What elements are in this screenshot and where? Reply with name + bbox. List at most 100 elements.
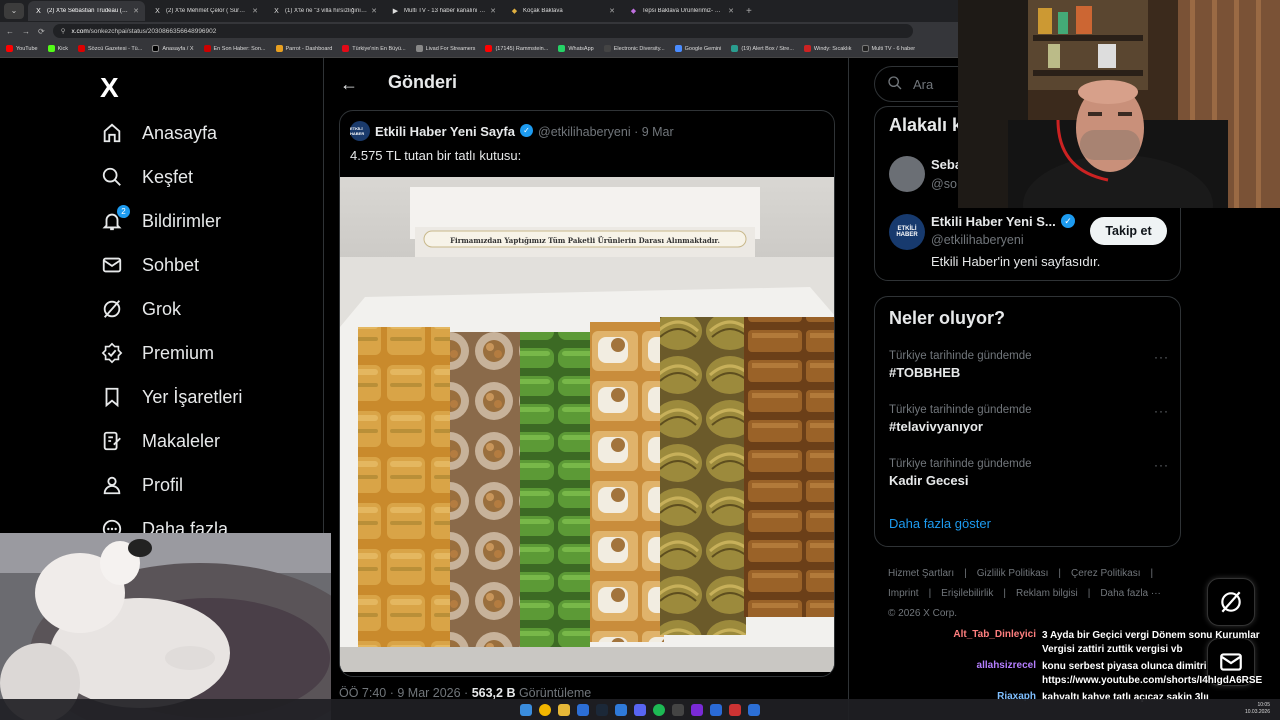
chrome-icon[interactable] bbox=[539, 703, 551, 716]
app-icon[interactable] bbox=[615, 703, 627, 716]
app-icon[interactable] bbox=[748, 703, 760, 716]
bookmark-label: Electronic Diversity... bbox=[613, 45, 665, 52]
obs-icon[interactable] bbox=[672, 703, 684, 716]
nav-item-bookmarks[interactable]: Yer İşaretleri bbox=[100, 385, 242, 409]
bookmark-item[interactable]: WhatsApp bbox=[558, 45, 594, 52]
system-clock[interactable]: 10:05 10.03.2026 bbox=[1245, 702, 1270, 716]
more-options-icon[interactable]: ··· bbox=[1154, 350, 1169, 364]
footer-link[interactable]: Imprint bbox=[888, 588, 919, 599]
bookmark-item[interactable]: Livad For Streamers bbox=[415, 45, 475, 52]
nav-label: Yer İşaretleri bbox=[142, 386, 243, 407]
folder-icon[interactable] bbox=[558, 703, 570, 716]
x-logo-icon[interactable]: X bbox=[100, 72, 119, 104]
nav-item-messages[interactable]: Sohbet bbox=[100, 253, 199, 277]
back-nav-icon[interactable]: ← bbox=[6, 27, 14, 36]
avatar[interactable] bbox=[889, 156, 925, 192]
music-icon bbox=[603, 45, 611, 52]
footer-link[interactable]: Gizlilik Politikası bbox=[977, 568, 1049, 579]
footer-link[interactable]: Daha fazla ··· bbox=[1100, 588, 1161, 599]
spotify-icon[interactable] bbox=[653, 703, 665, 716]
youtube-icon bbox=[485, 45, 493, 52]
nav-label: Premium bbox=[142, 342, 215, 363]
browser-tab[interactable]: X (1) X'te ne "3 villa hırsızlığını, S...… bbox=[266, 1, 383, 21]
app-icon[interactable] bbox=[691, 703, 703, 716]
footer-separator: | bbox=[964, 568, 967, 579]
bookmark-item[interactable]: Windy: Sıcaklık bbox=[803, 45, 852, 52]
search-icon bbox=[887, 75, 903, 94]
more-options-icon[interactable]: ··· bbox=[1154, 458, 1169, 472]
avatar[interactable]: ETKİLİ HABER bbox=[350, 121, 370, 141]
bookmark-item[interactable]: En Son Haber: Son... bbox=[203, 45, 266, 52]
bookmark-item[interactable]: Sözcü Gazetesi - Tü... bbox=[78, 45, 142, 52]
close-tab-icon[interactable]: ✕ bbox=[490, 7, 496, 15]
bookmark-item[interactable]: (19) Alert Box / Stre... bbox=[731, 45, 794, 52]
bookmark-item[interactable]: YouTube bbox=[6, 45, 38, 52]
trend-item[interactable]: Türkiye tarihinde gündemde Kadir Gecesi … bbox=[889, 458, 1169, 488]
more-options-icon[interactable]: ··· bbox=[1154, 404, 1169, 418]
close-tab-icon[interactable]: ✕ bbox=[133, 7, 139, 15]
bookmark-item[interactable]: Electronic Diversity... bbox=[603, 45, 665, 52]
browser-tab[interactable]: ◆ Koçak Baklava ✕ bbox=[504, 1, 621, 21]
trend-item[interactable]: Türkiye tarihinde gündemde #telavivyanıy… bbox=[889, 404, 1169, 434]
close-tab-icon[interactable]: ✕ bbox=[252, 7, 258, 15]
browser-tab[interactable]: ▶ Multi TV - 13 haber kanalını ay... ✕ bbox=[385, 1, 502, 21]
trends-title: Neler oluyor? bbox=[889, 308, 1006, 328]
nav-item-articles[interactable]: Makaleler bbox=[100, 429, 220, 453]
forward-nav-icon[interactable]: → bbox=[22, 27, 30, 36]
close-tab-icon[interactable]: ✕ bbox=[728, 7, 734, 15]
search-icon bbox=[100, 165, 124, 189]
footer-link[interactable]: Hizmet Şartları bbox=[888, 568, 954, 579]
browser-tab[interactable]: X (2) X'te Sebastian Trudeau (Yeni... ✕ bbox=[28, 1, 145, 21]
livad-icon bbox=[415, 45, 423, 52]
bookmark-label: WhatsApp bbox=[568, 45, 594, 52]
notification-badge: 2 bbox=[117, 205, 130, 218]
app-icon[interactable] bbox=[577, 703, 589, 716]
discord-icon[interactable] bbox=[634, 703, 646, 716]
quoted-post[interactable]: ETKİLİ HABER Etkili Haber Yeni Sayfa ✓ @… bbox=[339, 110, 835, 677]
nav-item-premium[interactable]: Premium bbox=[100, 341, 214, 365]
nav-item-grok[interactable]: Grok bbox=[100, 297, 181, 321]
show-more-link[interactable]: Daha fazla göster bbox=[889, 516, 991, 531]
bookmark-item[interactable]: (17145) Rammstein... bbox=[485, 45, 548, 52]
bookmark-item[interactable]: Google Gemini bbox=[674, 45, 722, 52]
author-name[interactable]: Etkili Haber Yeni Sayfa bbox=[375, 124, 515, 139]
nav-label: Bildirimler bbox=[142, 210, 222, 231]
bookmark-item[interactable]: Multi TV - 6 haber bbox=[861, 45, 915, 52]
footer-link[interactable]: Reklam bilgisi bbox=[1016, 588, 1078, 599]
new-tab-icon[interactable]: + bbox=[746, 6, 752, 17]
post-timestamp[interactable]: ÖÖ 7:40 · 9 Mar 2026 · bbox=[339, 686, 472, 700]
bookmark-item[interactable]: Anasayfa / X bbox=[152, 45, 194, 52]
nav-item-profile[interactable]: Profil bbox=[100, 473, 183, 497]
close-tab-icon[interactable]: ✕ bbox=[609, 7, 615, 15]
bookmark-item[interactable]: Parrot - Dashboard bbox=[275, 45, 332, 52]
windows-start-icon[interactable] bbox=[520, 703, 532, 716]
steam-icon[interactable] bbox=[596, 703, 608, 716]
related-user-name[interactable]: Etkili Haber Yeni S... bbox=[931, 214, 1056, 229]
bookmark-label: Kick bbox=[57, 45, 69, 52]
bookmark-item[interactable]: Türkiye'nin En Büyü... bbox=[342, 45, 406, 52]
back-arrow-icon[interactable]: ← bbox=[340, 74, 358, 95]
tab-search-button[interactable]: ⌄ bbox=[4, 3, 24, 19]
footer-link[interactable]: Çerez Politikası bbox=[1071, 568, 1140, 579]
avatar[interactable]: ETKİLİ HABER bbox=[889, 214, 925, 250]
bookmark-item[interactable]: Kick bbox=[47, 45, 69, 52]
nav-item-notifications[interactable]: 2 Bildirimler bbox=[100, 205, 222, 233]
bookmark-label: Google Gemini bbox=[684, 45, 722, 52]
close-tab-icon[interactable]: ✕ bbox=[371, 7, 377, 15]
address-bar[interactable]: ⚲ x.com/sonkezchpai/status/2030866356648… bbox=[52, 24, 913, 38]
follow-button[interactable]: Takip et bbox=[1090, 217, 1167, 245]
trend-item[interactable]: Türkiye tarihinde gündemde #TOBBHEB ··· bbox=[889, 350, 1169, 380]
reload-icon[interactable]: ⟳ bbox=[38, 27, 45, 36]
nav-item-explore[interactable]: Keşfet bbox=[100, 165, 193, 189]
windows-taskbar: 10:05 10.03.2026 bbox=[0, 699, 1280, 720]
tab-title: Koçak Baklava bbox=[523, 8, 563, 14]
post-image[interactable]: Firmamızdan Yaptığımız Tüm Paketli Ürünl… bbox=[340, 177, 835, 672]
nav-item-home[interactable]: Anasayfa bbox=[100, 121, 217, 145]
grok-fab-button[interactable] bbox=[1207, 578, 1255, 626]
footer-link[interactable]: Erişilebilirlik bbox=[941, 588, 993, 599]
browser-tab[interactable]: X (2) X'te Mehmet Çelor ( SürMe... ✕ bbox=[147, 1, 264, 21]
browser-tab[interactable]: ◆ Tepsi Baklava Ürünlerimiz- Ha... ✕ bbox=[623, 1, 740, 21]
app-icon[interactable] bbox=[729, 703, 741, 716]
app-icon[interactable] bbox=[710, 703, 722, 716]
nav-label: Keşfet bbox=[142, 166, 194, 187]
